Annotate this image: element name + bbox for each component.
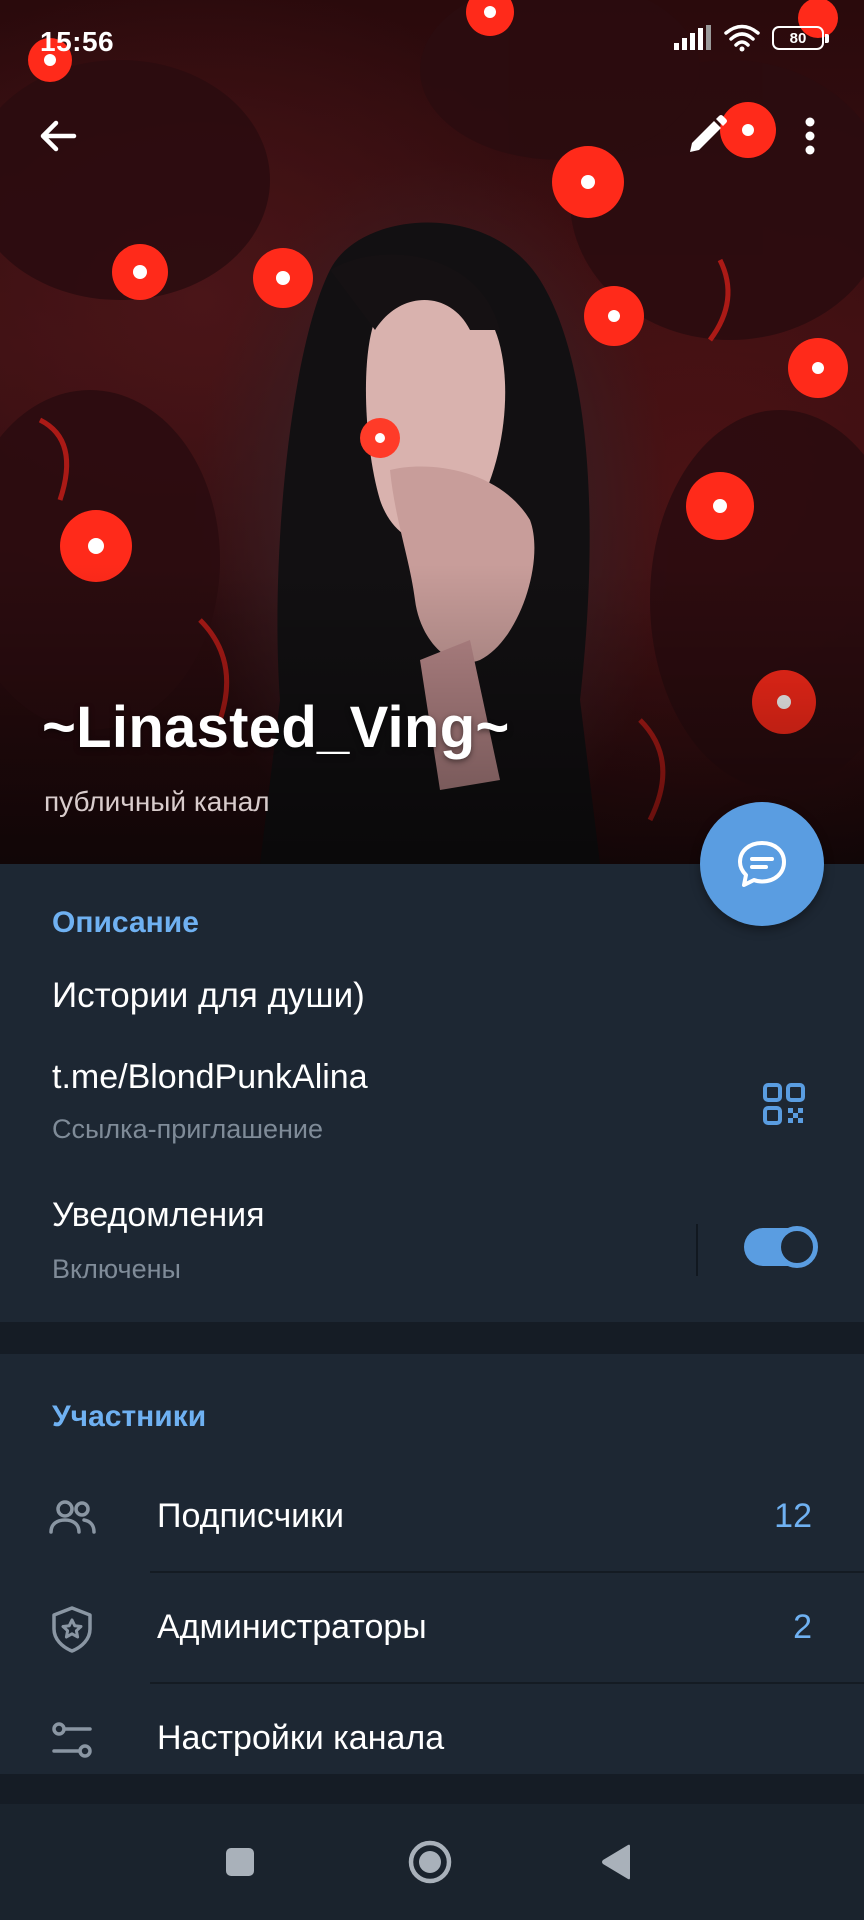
back-triangle-icon — [602, 1844, 630, 1880]
subscribers-label: Подписчики — [157, 1497, 345, 1535]
pencil-icon — [690, 115, 727, 152]
status-time: 15:56 — [40, 26, 115, 57]
notifications-row[interactable]: Уведомления Включены — [0, 1184, 864, 1322]
people-icon — [46, 1492, 98, 1544]
signal-icon — [674, 25, 711, 50]
members-section: Участники Подписчики 12 Администраторы 2 — [0, 1354, 864, 1774]
recents-button[interactable] — [208, 1830, 272, 1894]
section-divider — [0, 1322, 864, 1354]
administrators-count: 2 — [793, 1608, 812, 1646]
notifications-divider — [696, 1224, 698, 1276]
channel-type: публичный канал — [44, 786, 270, 817]
subscribers-row[interactable]: Подписчики 12 — [0, 1462, 864, 1573]
system-navigation-bar — [0, 1804, 864, 1920]
shield-star-icon — [46, 1603, 98, 1655]
back-arrow-icon — [40, 120, 77, 152]
description-header: Описание — [52, 906, 199, 939]
section-divider — [0, 1774, 864, 1804]
battery-level: 80 — [789, 29, 807, 47]
invite-link[interactable]: t.me/BlondPunkAlina — [52, 1058, 368, 1097]
wifi-icon — [724, 24, 760, 52]
recents-square-icon — [226, 1848, 254, 1876]
chat-bubble-icon — [738, 841, 786, 887]
toggle-knob — [776, 1226, 818, 1268]
home-button[interactable] — [398, 1830, 462, 1894]
battery-icon: 80 — [772, 26, 829, 50]
invite-link-row[interactable]: t.me/BlondPunkAlina Ссылка-приглашение — [0, 1044, 864, 1164]
subscribers-count: 12 — [774, 1497, 812, 1535]
status-icons: 80 — [672, 24, 829, 52]
notifications-state: Включены — [52, 1254, 181, 1284]
sliders-icon — [46, 1714, 98, 1766]
invite-link-caption: Ссылка-приглашение — [52, 1114, 324, 1144]
administrators-row[interactable]: Администраторы 2 — [0, 1573, 864, 1684]
notifications-label: Уведомления — [52, 1196, 265, 1234]
members-header: Участники — [52, 1400, 207, 1433]
system-back-button[interactable] — [584, 1830, 648, 1894]
home-circle-icon — [408, 1840, 452, 1884]
info-section: Описание Истории для души) t.me/BlondPun… — [0, 864, 864, 1322]
channel-title: ~Linasted_Ving~ — [42, 695, 510, 760]
channel-description: Истории для души) — [52, 976, 365, 1015]
administrators-label: Администраторы — [157, 1608, 427, 1646]
qr-code-icon — [763, 1083, 805, 1125]
channel-settings-label: Настройки канала — [157, 1719, 445, 1757]
more-options-button[interactable] — [784, 110, 836, 162]
back-button[interactable] — [34, 110, 86, 162]
open-chat-button[interactable] — [700, 802, 824, 926]
more-vert-icon — [805, 117, 815, 155]
qr-code-button[interactable] — [762, 1082, 806, 1126]
notifications-toggle[interactable] — [744, 1226, 818, 1268]
edit-button[interactable] — [680, 110, 732, 162]
